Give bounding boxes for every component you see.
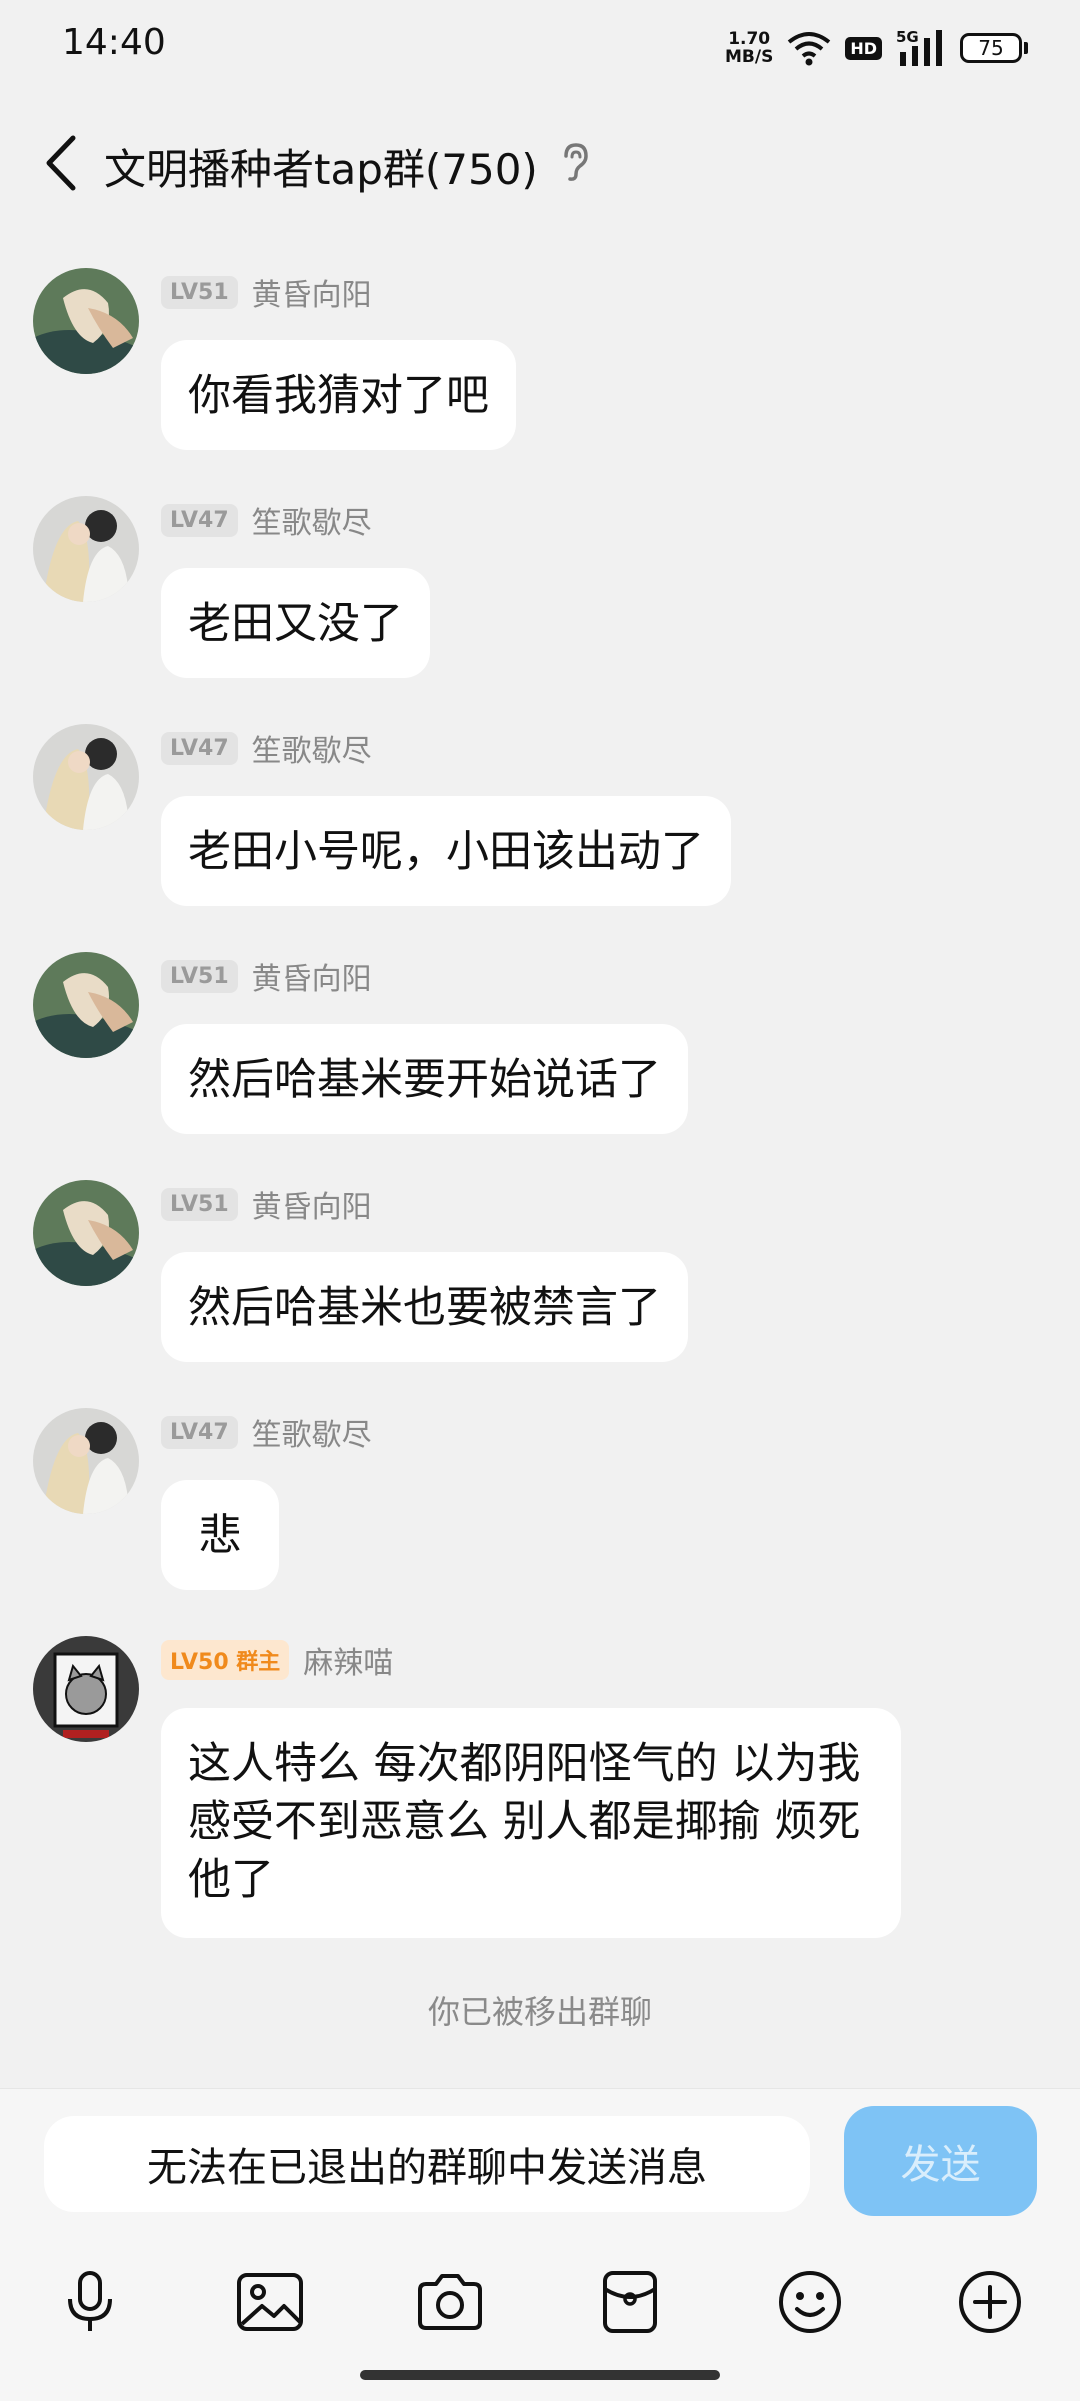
avatar[interactable] [33,724,139,830]
emoji-icon [779,2271,841,2333]
message-bubble[interactable]: 悲 [161,1480,279,1590]
battery-icon: 75 [960,33,1028,63]
sender-name[interactable]: 笙歌歇尽 [252,498,372,542]
sender-line: LV47 笙歌歇尽 [161,726,372,770]
sender-name[interactable]: 笙歌歇尽 [252,1410,372,1454]
sender-line: LV51 黄昏向阳 [161,954,372,998]
camera-button[interactable] [405,2247,495,2357]
avatar[interactable] [33,952,139,1058]
home-indicator[interactable] [360,2370,720,2380]
image-button[interactable] [225,2247,315,2357]
avatar[interactable] [33,1408,139,1514]
level-badge: LV47 [161,503,238,537]
ear-icon[interactable] [558,142,592,182]
sender-name[interactable]: 黄昏向阳 [252,270,372,314]
avatar[interactable] [33,496,139,602]
sender-name[interactable]: 黄昏向阳 [252,1182,372,1226]
status-icons: 1.70 MB/S HD 5G 75 [725,24,1028,72]
status-bar: 14:40 1.70 MB/S HD 5G 75 [0,0,1080,96]
red-packet-icon [603,2271,657,2333]
system-notice: 你已被移出群聊 [427,1993,652,2031]
sender-line: LV51 黄昏向阳 [161,270,372,314]
message-bubble[interactable]: 老田小号呢，小田该出动了 [161,796,731,906]
hd-badge: HD [845,36,882,60]
owner-level-badge: LV50 群主 [161,1640,290,1680]
red-packet-button[interactable] [585,2247,675,2357]
message-bubble[interactable]: 这人特么 每次都阴阳怪气的 以为我感受不到恶意么 别人都是揶揄 烦死他了 [161,1708,901,1938]
more-button[interactable] [945,2247,1035,2357]
input-toolbar [0,2247,1080,2357]
level-badge: LV47 [161,731,238,765]
avatar[interactable] [33,1180,139,1286]
level-badge: LV51 [161,1187,238,1221]
level-badge: LV47 [161,1415,238,1449]
voice-button[interactable] [45,2247,135,2357]
send-button[interactable]: 发送 [844,2106,1037,2216]
group-title[interactable]: 文明播种者tap群(750) [104,136,538,197]
chevron-left-icon [46,135,76,191]
chat-history[interactable]: LV51 黄昏向阳 你看我猜对了吧 LV47 笙歌歇尽 老田又没了 LV47 笙… [0,230,1080,2090]
sender-line: LV47 笙歌歇尽 [161,1410,372,1454]
network-speed: 1.70 MB/S [725,29,774,67]
sender-name[interactable]: 黄昏向阳 [252,954,372,998]
status-time: 14:40 [62,22,166,63]
message-bubble[interactable]: 老田又没了 [161,568,430,678]
microphone-icon [68,2271,112,2331]
camera-icon [418,2274,482,2330]
message-bubble[interactable]: 然后哈基米也要被禁言了 [161,1252,688,1362]
input-area: 无法在已退出的群聊中发送消息 发送 [0,2088,1080,2401]
sender-line: LV51 黄昏向阳 [161,1182,372,1226]
sender-line: LV47 笙歌歇尽 [161,498,372,542]
message-input[interactable]: 无法在已退出的群聊中发送消息 [44,2116,810,2212]
message-bubble[interactable]: 然后哈基米要开始说话了 [161,1024,688,1134]
message-bubble[interactable]: 你看我猜对了吧 [161,340,516,450]
wifi-icon [788,32,831,66]
network-type-label: 5G [896,28,919,46]
emoji-button[interactable] [765,2247,855,2357]
chat-header: 文明播种者tap群(750) [0,96,1080,230]
back-button[interactable] [32,131,88,195]
sender-name[interactable]: 笙歌歇尽 [252,726,372,770]
sender-name[interactable]: 麻辣喵 [303,1638,393,1682]
signal-icon: 5G [896,28,942,66]
avatar[interactable] [33,1636,139,1742]
level-badge: LV51 [161,959,238,993]
level-badge: LV51 [161,275,238,309]
avatar[interactable] [33,268,139,374]
sender-line: LV50 群主 麻辣喵 [161,1638,393,1682]
battery-level: 75 [960,33,1022,63]
image-icon [237,2273,303,2331]
plus-icon [959,2271,1021,2333]
